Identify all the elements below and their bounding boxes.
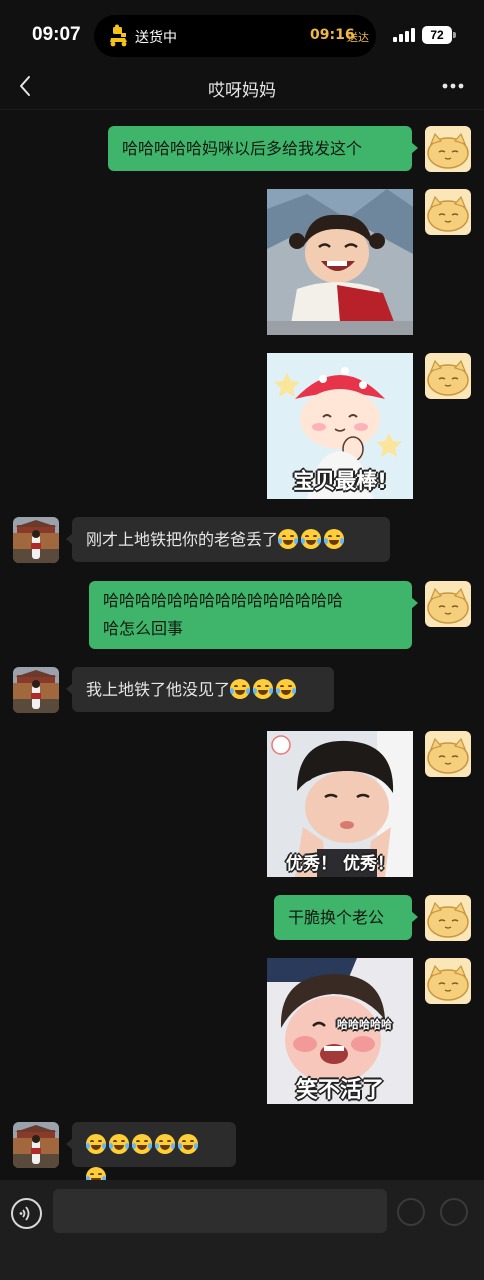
tear-drop (109, 1143, 113, 1149)
status-time: 09:07 (32, 24, 81, 45)
tear-drop (269, 688, 274, 694)
sticker-caption: 笑不活了 (295, 1078, 384, 1103)
landmark-photo-avatar-icon (13, 667, 59, 713)
tear-drop (340, 538, 345, 544)
message-text-line: 哈怎么回事 (103, 619, 184, 638)
message-bubble[interactable]: 我上地铁了他没见了 (66, 667, 334, 712)
message-bubble[interactable] (66, 1122, 236, 1187)
message-bubble[interactable]: 哈哈哈哈哈哈哈哈哈哈哈哈哈哈哈 哈怎么回事 (89, 581, 418, 649)
mom-avatar[interactable] (13, 1122, 59, 1168)
my-avatar[interactable] (425, 731, 471, 777)
sticker-top-text: 哈哈哈哈哈 (337, 1018, 392, 1031)
tears-of-joy-emoji (324, 529, 345, 549)
tear-drop (148, 1143, 152, 1149)
plus-button[interactable] (440, 1198, 468, 1226)
my-avatar[interactable] (425, 581, 471, 627)
message-text: 干脆换个老公 (288, 908, 385, 927)
tear-drop (294, 538, 299, 544)
message-text: 哈哈哈哈哈妈咪以后多给我发这个 (122, 139, 363, 158)
my-avatar[interactable] (425, 189, 471, 235)
message-bubble[interactable]: 刚才上地铁把你的老爸丢了 (66, 517, 390, 562)
cat-avatar-icon (425, 581, 471, 627)
sticker-laughing-girl[interactable] (267, 189, 413, 335)
tear-drop (171, 1143, 175, 1149)
cat-avatar-icon (425, 126, 471, 172)
cat-avatar-icon (425, 189, 471, 235)
sticker-caption: 宝贝最棒! (293, 469, 387, 493)
tear-drop (246, 688, 251, 694)
cat-avatar-icon (425, 731, 471, 777)
delivery-status-label: 送货中 (135, 30, 177, 46)
message-bubble[interactable]: 干脆换个老公 (274, 895, 418, 940)
message-text: 我上地铁了他没见了 (86, 680, 231, 699)
tear-drop (230, 688, 235, 694)
tears-of-joy-emoji (155, 1134, 175, 1154)
tear-drop (132, 1143, 136, 1149)
tears-of-joy-emoji (301, 529, 322, 549)
voice-icon (19, 1206, 30, 1221)
tear-drop (178, 1143, 182, 1149)
tear-drop (276, 688, 281, 694)
tear-drop (301, 538, 306, 544)
landmark-photo-avatar-icon (13, 1122, 59, 1168)
tear-drop (155, 1143, 159, 1149)
tears-of-joy-emoji (132, 1134, 152, 1154)
cat-avatar-icon (425, 958, 471, 1004)
my-avatar[interactable] (425, 353, 471, 399)
tear-drop (253, 688, 258, 694)
mom-avatar[interactable] (13, 667, 59, 713)
tear-drop (292, 688, 297, 694)
sticker-girl-hands-cheeks[interactable]: 优秀！ 优秀！ (267, 731, 413, 877)
my-avatar[interactable] (425, 895, 471, 941)
tear-drop (194, 1143, 198, 1149)
landmark-photo-avatar-icon (13, 517, 59, 563)
cellular-signal-icon (393, 28, 415, 42)
tear-drop (317, 538, 322, 544)
battery-indicator: 72 (422, 26, 456, 44)
message-text-line: 哈哈哈哈哈哈哈哈哈哈哈哈哈哈哈 (103, 591, 344, 610)
chat-header: 哎呀妈妈 (0, 64, 484, 110)
cat-avatar-icon (425, 895, 471, 941)
tears-of-joy-emoji (278, 529, 299, 549)
message-bubble[interactable]: 哈哈哈哈哈妈咪以后多给我发这个 (108, 126, 418, 171)
emoji-button[interactable] (397, 1198, 425, 1226)
live-activity-island[interactable]: 送货中 09:16 送达 (94, 15, 376, 57)
tear-drop (324, 538, 329, 544)
chat-title: 哎呀妈妈 (208, 81, 276, 101)
tear-drop (86, 1143, 90, 1149)
my-avatar[interactable] (425, 958, 471, 1004)
more-dots-icon[interactable] (440, 76, 466, 96)
tear-drop (125, 1143, 129, 1149)
tear-drop (102, 1143, 106, 1149)
tears-of-joy-emoji (109, 1134, 129, 1154)
message-input-bar (0, 1180, 484, 1280)
my-avatar[interactable] (425, 126, 471, 172)
tears-of-joy-emoji (86, 1134, 106, 1154)
message-text: 刚才上地铁把你的老爸丢了 (86, 530, 279, 549)
sticker-caption: 优秀！ 优秀！ (286, 854, 394, 874)
tears-of-joy-emoji (230, 679, 251, 699)
voice-button[interactable] (11, 1198, 42, 1229)
battery-tip (453, 32, 456, 38)
battery-level: 72 (422, 26, 452, 44)
delivery-scooter-icon (110, 24, 127, 47)
mom-avatar[interactable] (13, 517, 59, 563)
delivery-eta-suffix: 送达 (347, 31, 369, 44)
sticker-cartoon-girl[interactable]: 宝贝最棒! (267, 353, 413, 499)
tear-drop (278, 538, 283, 544)
sticker-girl-laughing-hard[interactable]: 哈哈哈哈哈 笑不活了 (267, 958, 413, 1104)
tears-of-joy-emoji (276, 679, 297, 699)
cat-avatar-icon (425, 353, 471, 399)
tears-of-joy-emoji (253, 679, 274, 699)
tears-of-joy-emoji (178, 1134, 198, 1154)
status-bar: 09:07 送货中 09:16 送达 72 (0, 0, 484, 68)
message-text-input[interactable] (53, 1189, 387, 1233)
laughing-girl-sticker-image (267, 189, 413, 335)
